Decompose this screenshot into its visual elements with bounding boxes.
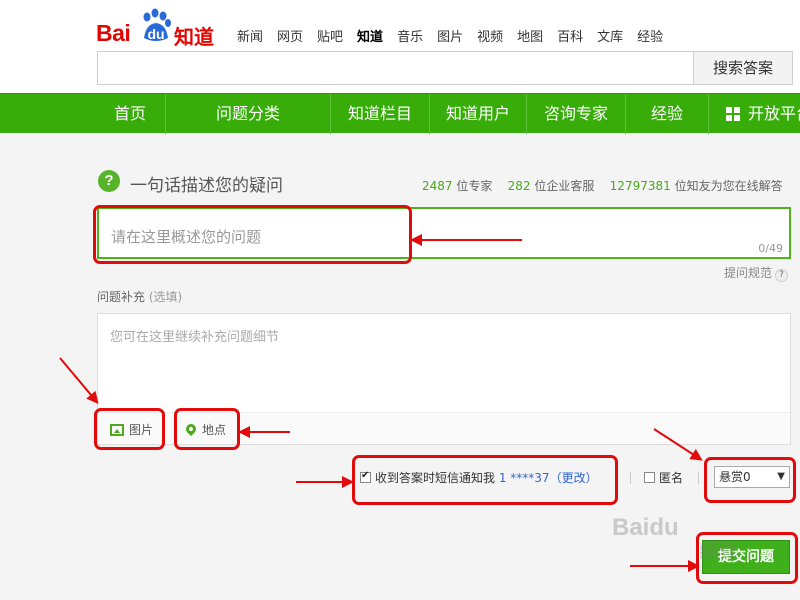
supplement-optional: (选填)	[148, 290, 183, 304]
anonymous-checkbox[interactable]	[644, 472, 655, 483]
annotation-box	[352, 455, 618, 505]
nav-item-images[interactable]: 图片	[437, 26, 463, 45]
main-menu: 首页 问题分类 知道栏目 知道用户 咨询专家 经验 开放平台	[0, 93, 800, 134]
logo-text-du: du	[147, 26, 165, 42]
annotation-box	[704, 457, 796, 503]
divider	[630, 472, 631, 484]
annotation-arrow	[238, 426, 290, 438]
supplement-title: 问题补充	[97, 290, 146, 304]
menu-categories[interactable]: 问题分类	[166, 94, 330, 134]
nav-item-tieba[interactable]: 贴吧	[317, 26, 343, 45]
annotation-box	[93, 205, 412, 264]
nav-item-baike[interactable]: 百科	[557, 26, 583, 45]
experts-count: 2487	[422, 179, 453, 193]
menu-open-platform-label: 开放平台	[748, 104, 800, 123]
menu-users[interactable]: 知道用户	[430, 94, 526, 134]
help-icon: ?	[775, 269, 789, 282]
header: Bai du 知道 新闻 网页 贴吧 知道 音乐 图片 视频 地图 百科 文库 …	[0, 0, 800, 93]
annotation-box	[94, 408, 165, 450]
menu-open-platform[interactable]: 开放平台	[709, 94, 800, 134]
experts-label: 位专家	[456, 179, 493, 193]
search-input[interactable]	[97, 51, 694, 85]
service-label: 位企业客服	[534, 179, 595, 193]
online-stats: 2487 位专家 282 位企业客服 12797381 位知友为您在线解答	[422, 177, 783, 194]
watermark: Baidu	[612, 514, 679, 541]
nav-item-web[interactable]: 网页	[277, 26, 303, 45]
nav-item-wenku[interactable]: 文库	[597, 26, 623, 45]
menu-home[interactable]: 首页	[90, 94, 170, 134]
service-count: 282	[507, 179, 531, 193]
nav-item-news[interactable]: 新闻	[237, 26, 263, 45]
supplement-label: 问题补充 (选填)	[97, 288, 182, 305]
search-button[interactable]: 搜索答案	[693, 51, 793, 85]
menu-jingyan[interactable]: 经验	[626, 94, 708, 134]
rules-link[interactable]: 提问规范?	[724, 264, 789, 282]
annotation-arrow	[410, 234, 522, 246]
logo-text-bai: Bai	[96, 20, 131, 46]
nav-item-music[interactable]: 音乐	[397, 26, 423, 45]
annotation-arrow	[296, 476, 354, 488]
logo-text-zhidao: 知道	[174, 25, 214, 49]
nav-item-video[interactable]: 视频	[477, 26, 503, 45]
nav-item-zhidao[interactable]: 知道	[357, 26, 383, 45]
annotation-box	[174, 408, 240, 450]
anonymous-option[interactable]: 匿名	[644, 469, 683, 486]
menu-columns[interactable]: 知道栏目	[331, 94, 429, 134]
supplement-placeholder: 您可在这里继续补充问题细节	[110, 330, 280, 345]
divider	[698, 472, 699, 484]
top-nav: 新闻 网页 贴吧 知道 音乐 图片 视频 地图 百科 文库 经验	[237, 26, 677, 45]
nav-item-map[interactable]: 地图	[517, 26, 543, 45]
rules-label: 提问规范	[724, 266, 773, 280]
page: Bai du 知道 新闻 网页 贴吧 知道 音乐 图片 视频 地图 百科 文库 …	[0, 0, 800, 600]
users-count: 12797381	[609, 179, 671, 193]
char-counter: 0/49	[758, 242, 783, 255]
ask-title: 一句话描述您的疑问	[130, 176, 283, 196]
nav-item-jingyan[interactable]: 经验	[637, 26, 663, 45]
annotation-arrow	[59, 357, 93, 397]
baidu-zhidao-logo[interactable]: Bai du 知道	[96, 6, 220, 49]
grid-icon	[726, 107, 740, 121]
annotation-arrow	[630, 560, 700, 572]
annotation-box	[696, 532, 798, 584]
anonymous-label: 匿名	[659, 471, 684, 485]
users-label: 位知友为您在线解答	[674, 179, 783, 193]
question-mark-icon: ?	[98, 170, 120, 192]
menu-experts[interactable]: 咨询专家	[527, 94, 625, 134]
